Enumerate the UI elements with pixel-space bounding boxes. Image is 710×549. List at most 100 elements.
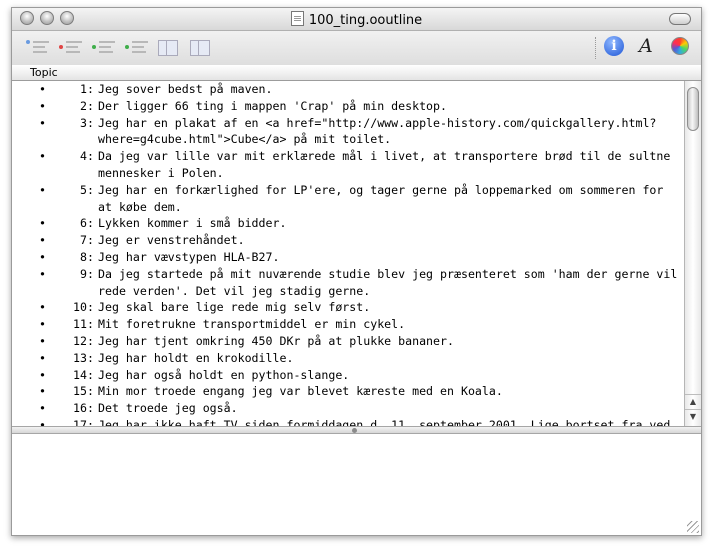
outline-row[interactable]: • 2: Der ligger 66 ting i mappen 'Crap' på…: [12, 98, 684, 115]
outline-row[interactable]: • 1: Jeg sover bedst på maven.: [12, 81, 684, 98]
vertical-scrollbar[interactable]: ▲ ▼: [684, 81, 701, 426]
outdent-icon: [92, 45, 96, 49]
outline-row[interactable]: • 16: Det troede jeg også.: [12, 400, 684, 417]
add-column-button[interactable]: [158, 37, 180, 57]
outline-row[interactable]: • 15: Min mor troede engang jeg var blevet…: [12, 383, 684, 400]
window-title: 100_ting.ooutline: [308, 13, 423, 28]
bullet-icon[interactable]: •: [39, 316, 46, 333]
row-number: 5:: [80, 182, 94, 197]
row-text[interactable]: Mit foretrukne transportmiddel er min cy…: [98, 317, 405, 331]
title-bar[interactable]: 100_ting.ooutline: [12, 8, 701, 31]
app-window: 100_ting.ooutline i A Topic • 1: Jeg sov…: [11, 7, 702, 536]
bullet-icon[interactable]: •: [39, 98, 46, 115]
row-text[interactable]: Da jeg startede på mit nuværende studie …: [98, 267, 684, 298]
outline-row[interactable]: • 5: Jeg har en forkærlighed for LP'ere, o…: [12, 182, 684, 216]
row-number: 1:: [80, 82, 94, 96]
scroll-down-arrow[interactable]: ▼: [685, 409, 701, 424]
toolbar-toggle-button[interactable]: [669, 13, 691, 25]
new-row-button[interactable]: [26, 37, 56, 57]
row-text[interactable]: Der ligger 66 ting i mappen 'Crap' på mi…: [98, 99, 447, 113]
bullet-icon[interactable]: •: [39, 350, 46, 367]
bullet-icon[interactable]: •: [39, 266, 46, 283]
row-text[interactable]: Jeg har en plakat af en <a href="http://…: [98, 116, 656, 147]
outline-row[interactable]: • 7: Jeg er venstrehåndet.: [12, 232, 684, 249]
info-icon[interactable]: i: [604, 36, 624, 56]
row-text[interactable]: Jeg er venstrehåndet.: [98, 233, 245, 247]
font-icon[interactable]: A: [639, 35, 653, 57]
outline-row[interactable]: • 12: Jeg har tjent omkring 450 DKr på at …: [12, 333, 684, 350]
row-number: 11:: [73, 317, 94, 332]
delete-row-icon: [59, 45, 63, 49]
row-number: 15:: [73, 384, 94, 399]
scroll-up-arrow[interactable]: ▲: [685, 394, 701, 409]
column-header[interactable]: Topic: [12, 65, 701, 81]
bullet-icon[interactable]: •: [39, 333, 46, 350]
bullet-icon[interactable]: •: [39, 215, 46, 232]
delete-row-button[interactable]: [59, 37, 89, 57]
split-view-divider[interactable]: [12, 426, 701, 434]
row-text[interactable]: Da jeg var lille var mit erklærede mål i…: [98, 149, 677, 180]
row-text[interactable]: Jeg har vævstypen HLA-B27.: [98, 250, 279, 264]
bullet-icon[interactable]: •: [39, 232, 46, 249]
outline-row[interactable]: • 17: Jeg har ikke haft TV siden formiddag…: [12, 417, 684, 426]
outdent-button[interactable]: [92, 37, 122, 57]
row-text[interactable]: Det troede jeg også.: [98, 401, 238, 415]
row-number: 2:: [80, 98, 94, 113]
row-text[interactable]: Jeg har også holdt en python-slange.: [98, 368, 349, 382]
bullet-icon[interactable]: •: [39, 81, 46, 98]
row-text[interactable]: Jeg har holdt en krokodille.: [98, 351, 293, 365]
outline-row[interactable]: • 13: Jeg har holdt en krokodille.: [12, 350, 684, 367]
row-number: 9:: [80, 266, 94, 281]
row-number: 4:: [80, 149, 94, 164]
row-number: 8:: [80, 249, 94, 264]
row-text[interactable]: Min mor troede engang jeg var blevet kær…: [98, 384, 503, 398]
document-icon: [290, 11, 304, 26]
row-text[interactable]: Jeg skal bare lige rede mig selv først.: [98, 300, 370, 314]
bullet-icon[interactable]: •: [39, 299, 46, 316]
row-text[interactable]: Lykken kommer i små bidder.: [98, 216, 286, 230]
toolbar: i A: [12, 31, 701, 66]
outline-row[interactable]: • 3: Jeg har en plakat af en <a href="http…: [12, 115, 684, 149]
row-number: 16:: [73, 401, 94, 416]
outline-row[interactable]: • 10: Jeg skal bare lige rede mig selv før…: [12, 299, 684, 316]
bullet-icon[interactable]: •: [39, 367, 46, 384]
bullet-icon[interactable]: •: [39, 383, 46, 400]
toolbar-separator: [595, 37, 596, 59]
bullet-icon[interactable]: •: [39, 182, 46, 199]
bullet-icon[interactable]: •: [39, 148, 46, 165]
indent-button[interactable]: [125, 37, 155, 57]
row-text[interactable]: Jeg har tjent omkring 450 DKr på at pluk…: [98, 334, 454, 348]
scroll-thumb[interactable]: [687, 87, 699, 131]
bullet-icon[interactable]: •: [39, 249, 46, 266]
row-number: 10:: [73, 300, 94, 315]
bullet-icon[interactable]: •: [39, 417, 46, 426]
divider-grip-icon[interactable]: [352, 428, 357, 433]
outline-view[interactable]: • 1: Jeg sover bedst på maven. • 2: Der ligge…: [12, 81, 684, 426]
outline-row[interactable]: • 6: Lykken kommer i små bidder.: [12, 215, 684, 232]
row-number: 14:: [73, 367, 94, 382]
outline-row[interactable]: • 9: Da jeg startede på mit nuværende stud…: [12, 266, 684, 300]
new-row-icon: [26, 40, 30, 44]
outline-row[interactable]: • 11: Mit foretrukne transportmiddel er mi…: [12, 316, 684, 333]
row-number: 17:: [73, 417, 94, 426]
row-number: 12:: [73, 333, 94, 348]
outline-row[interactable]: • 8: Jeg har vævstypen HLA-B27.: [12, 249, 684, 266]
row-number: 6:: [80, 216, 94, 231]
row-number: 3:: [80, 115, 94, 130]
topic-column-label: Topic: [30, 66, 58, 79]
row-text[interactable]: Jeg har en forkærlighed for LP'ere, og t…: [98, 183, 670, 214]
bullet-icon[interactable]: •: [39, 400, 46, 417]
outline-row[interactable]: • 4: Da jeg var lille var mit erklærede må…: [12, 148, 684, 182]
bullet-icon[interactable]: •: [39, 115, 46, 132]
row-text[interactable]: Jeg sover bedst på maven.: [98, 82, 273, 96]
resize-handle-icon[interactable]: [687, 521, 699, 533]
group-button[interactable]: [190, 37, 212, 57]
outline-row[interactable]: • 14: Jeg har også holdt en python-slange.: [12, 367, 684, 384]
notes-pane[interactable]: [12, 434, 701, 535]
indent-icon: [125, 45, 129, 49]
row-number: 13:: [73, 350, 94, 365]
row-text[interactable]: Jeg har ikke haft TV siden formiddagen d…: [98, 418, 670, 426]
row-number: 7:: [80, 233, 94, 248]
color-wheel-icon[interactable]: [671, 37, 689, 55]
window-title-area: 100_ting.ooutline: [12, 11, 701, 28]
